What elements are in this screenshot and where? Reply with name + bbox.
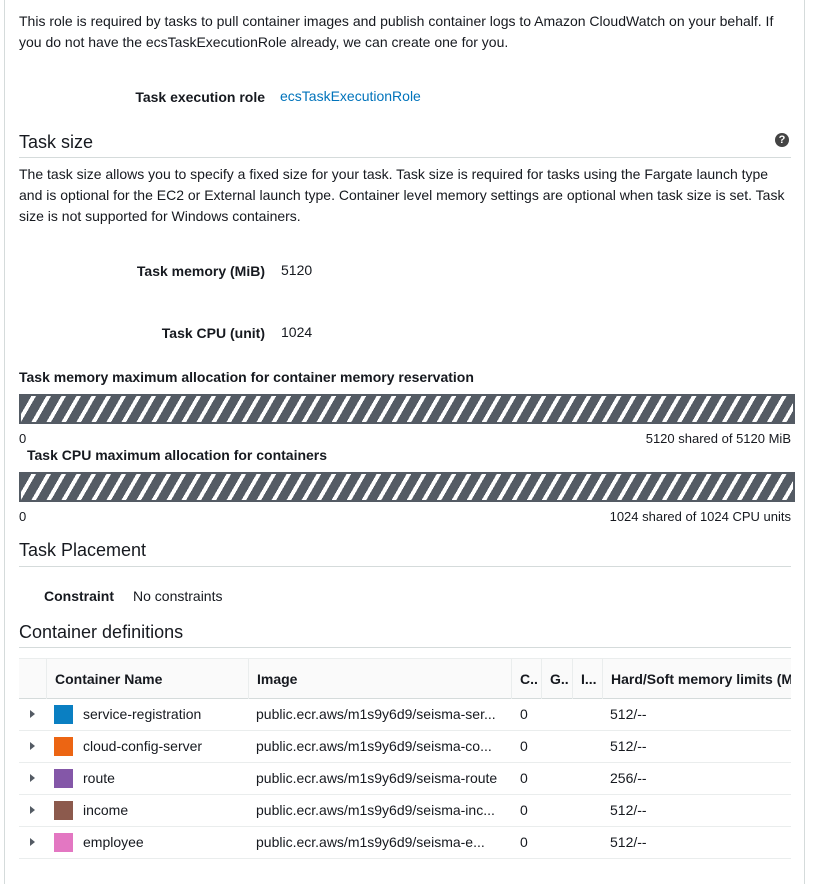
expand-caret-icon[interactable] — [30, 774, 35, 782]
column-header-cpu[interactable]: C.. — [511, 659, 541, 699]
task-size-heading: Task size — [19, 132, 94, 152]
memory-allocation-summary: 5120 shared of 5120 MiB — [645, 431, 791, 446]
container-definitions-table: Container Name Image C.. G.. I... Hard/S… — [19, 658, 791, 860]
container-color-swatch — [54, 705, 73, 724]
column-header-memory-limits[interactable]: Hard/Soft memory limits (M — [602, 659, 791, 699]
task-execution-role-label: Task execution role — [135, 89, 265, 105]
execution-role-description: This role is required by tasks to pull c… — [19, 11, 799, 53]
container-cpu: 0 — [520, 770, 528, 786]
expand-caret-icon[interactable] — [30, 838, 35, 846]
container-memory-limits: 512/-- — [610, 834, 647, 850]
container-image: public.ecr.aws/m1s9y6d9/seisma-co... — [256, 738, 492, 754]
container-cpu: 0 — [520, 738, 528, 754]
table-row[interactable]: income public.ecr.aws/m1s9y6d9/seisma-inc… — [19, 795, 791, 827]
cpu-allocation-summary: 1024 shared of 1024 CPU units — [609, 509, 791, 524]
container-cpu: 0 — [520, 834, 528, 850]
container-color-swatch — [54, 801, 73, 820]
container-name: employee — [83, 834, 144, 850]
container-memory-limits: 512/-- — [610, 706, 647, 722]
container-definitions-heading: Container definitions — [19, 622, 184, 642]
table-row[interactable]: service-registration public.ecr.aws/m1s9y… — [19, 699, 791, 731]
container-name: cloud-config-server — [83, 738, 203, 754]
memory-allocation-min: 0 — [19, 431, 27, 446]
container-image: public.ecr.aws/m1s9y6d9/seisma-e... — [256, 834, 485, 850]
expand-caret-icon[interactable] — [30, 710, 35, 718]
container-cpu: 0 — [520, 706, 528, 722]
constraint-label: Constraint — [44, 588, 114, 604]
task-placement-heading: Task Placement — [19, 540, 147, 560]
divider — [19, 647, 791, 648]
container-name: income — [83, 802, 129, 818]
description-line: The task size allows you to specify a fi… — [19, 166, 769, 182]
container-color-swatch — [54, 769, 73, 788]
container-memory-limits: 512/-- — [610, 738, 647, 754]
container-memory-limits: 512/-- — [610, 802, 647, 818]
task-size-description: The task size allows you to specify a fi… — [19, 164, 799, 227]
memory-allocation-bar — [19, 394, 795, 424]
container-memory-limits: 256/-- — [610, 770, 647, 786]
description-line: size is not supported for Windows contai… — [19, 208, 301, 224]
table-row[interactable]: cloud-config-server public.ecr.aws/m1s9y6… — [19, 731, 791, 763]
divider — [19, 566, 791, 567]
table-header: Container Name Image C.. G.. I... Hard/S… — [19, 658, 791, 699]
container-cpu: 0 — [520, 802, 528, 818]
cpu-allocation-bar — [19, 472, 795, 502]
description-line: This role is required by tasks to pull c… — [19, 13, 774, 29]
container-image: public.ecr.aws/m1s9y6d9/seisma-ser... — [256, 706, 496, 722]
column-header-inference[interactable]: I... — [572, 659, 602, 699]
expand-caret-icon[interactable] — [30, 806, 35, 814]
container-name: route — [83, 770, 115, 786]
container-color-swatch — [54, 833, 73, 852]
table-row[interactable]: route public.ecr.aws/m1s9y6d9/seisma-rout… — [19, 763, 791, 795]
task-memory-label: Task memory (MiB) — [136, 263, 265, 279]
container-color-swatch — [54, 737, 73, 756]
question-circle-icon[interactable]: ? — [775, 133, 789, 147]
task-cpu-label: Task CPU (unit) — [161, 325, 265, 341]
column-header-gpu[interactable]: G.. — [541, 659, 572, 699]
divider — [19, 157, 791, 158]
memory-allocation-title: Task memory maximum allocation for conta… — [19, 369, 474, 385]
column-header-image[interactable]: Image — [248, 659, 511, 699]
expand-column-header — [19, 659, 46, 699]
expand-caret-icon[interactable] — [30, 742, 35, 750]
task-memory-value: 5120 — [281, 262, 313, 278]
container-image: public.ecr.aws/m1s9y6d9/seisma-inc... — [256, 802, 495, 818]
table-row[interactable]: employee public.ecr.aws/m1s9y6d9/seisma-e… — [19, 827, 791, 859]
description-line: you do not have the ecsTaskExecutionRole… — [19, 34, 509, 50]
container-name: service-registration — [83, 706, 202, 722]
container-image: public.ecr.aws/m1s9y6d9/seisma-route — [256, 770, 498, 786]
constraint-value: No constraints — [133, 588, 223, 604]
task-execution-role-link[interactable]: ecsTaskExecutionRole — [280, 88, 421, 104]
cpu-allocation-title: Task CPU maximum allocation for containe… — [27, 447, 328, 463]
description-line: and is optional for the EC2 or External … — [19, 187, 785, 203]
cpu-allocation-min: 0 — [19, 509, 27, 524]
task-cpu-value: 1024 — [281, 324, 313, 340]
column-header-container-name[interactable]: Container Name — [46, 659, 248, 699]
